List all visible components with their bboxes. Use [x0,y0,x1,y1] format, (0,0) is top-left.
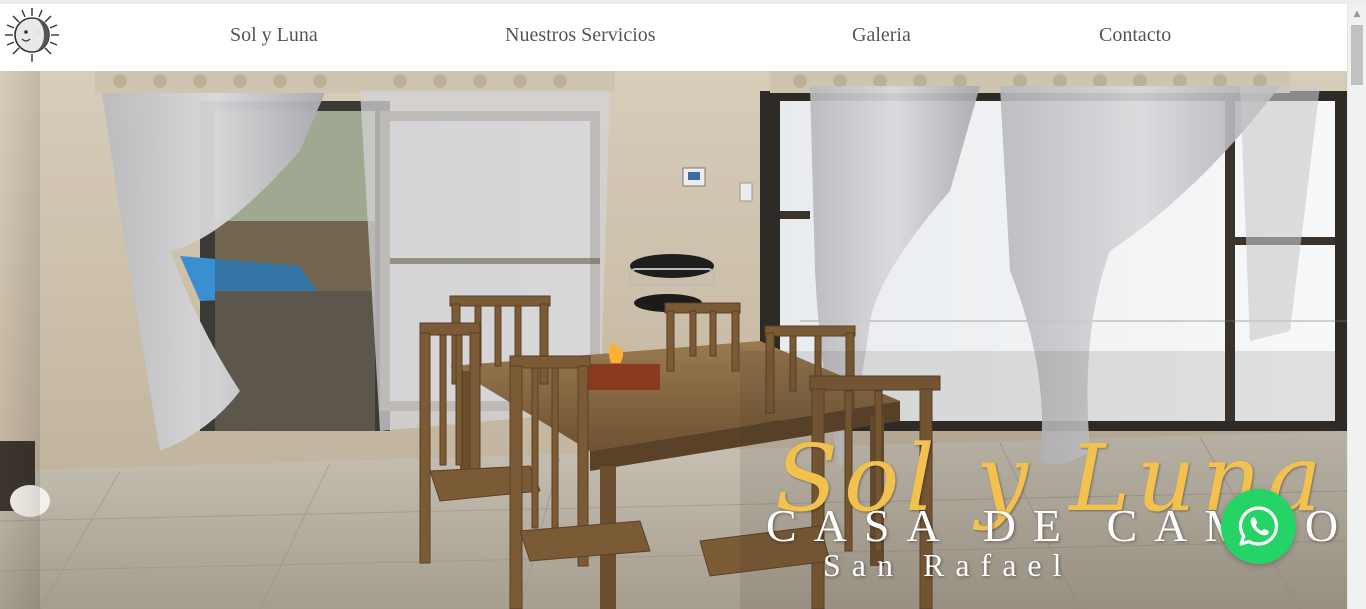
page-scrollbar[interactable]: ▲ [1347,4,1366,609]
navbar: Sol y Luna Nuestros Servicios Galeria Co… [0,4,1347,71]
sun-moon-logo-icon[interactable] [3,6,61,64]
scroll-up-arrow-icon[interactable]: ▲ [1348,8,1366,20]
nav-link-contacto[interactable]: Contacto [1099,24,1171,47]
scroll-thumb[interactable] [1351,25,1363,85]
whatsapp-icon [1238,506,1279,546]
hero-location: San Rafael [823,547,1073,583]
nav-link-nuestros-servicios[interactable]: Nuestros Servicios [505,24,656,47]
nav-link-galeria[interactable]: Galeria [852,24,911,47]
nav-link-sol-y-luna[interactable]: Sol y Luna [230,24,318,47]
whatsapp-button[interactable] [1221,489,1296,564]
hero-banner: Sol y Luna CASA DE CAMPO San Rafael [0,71,1347,609]
